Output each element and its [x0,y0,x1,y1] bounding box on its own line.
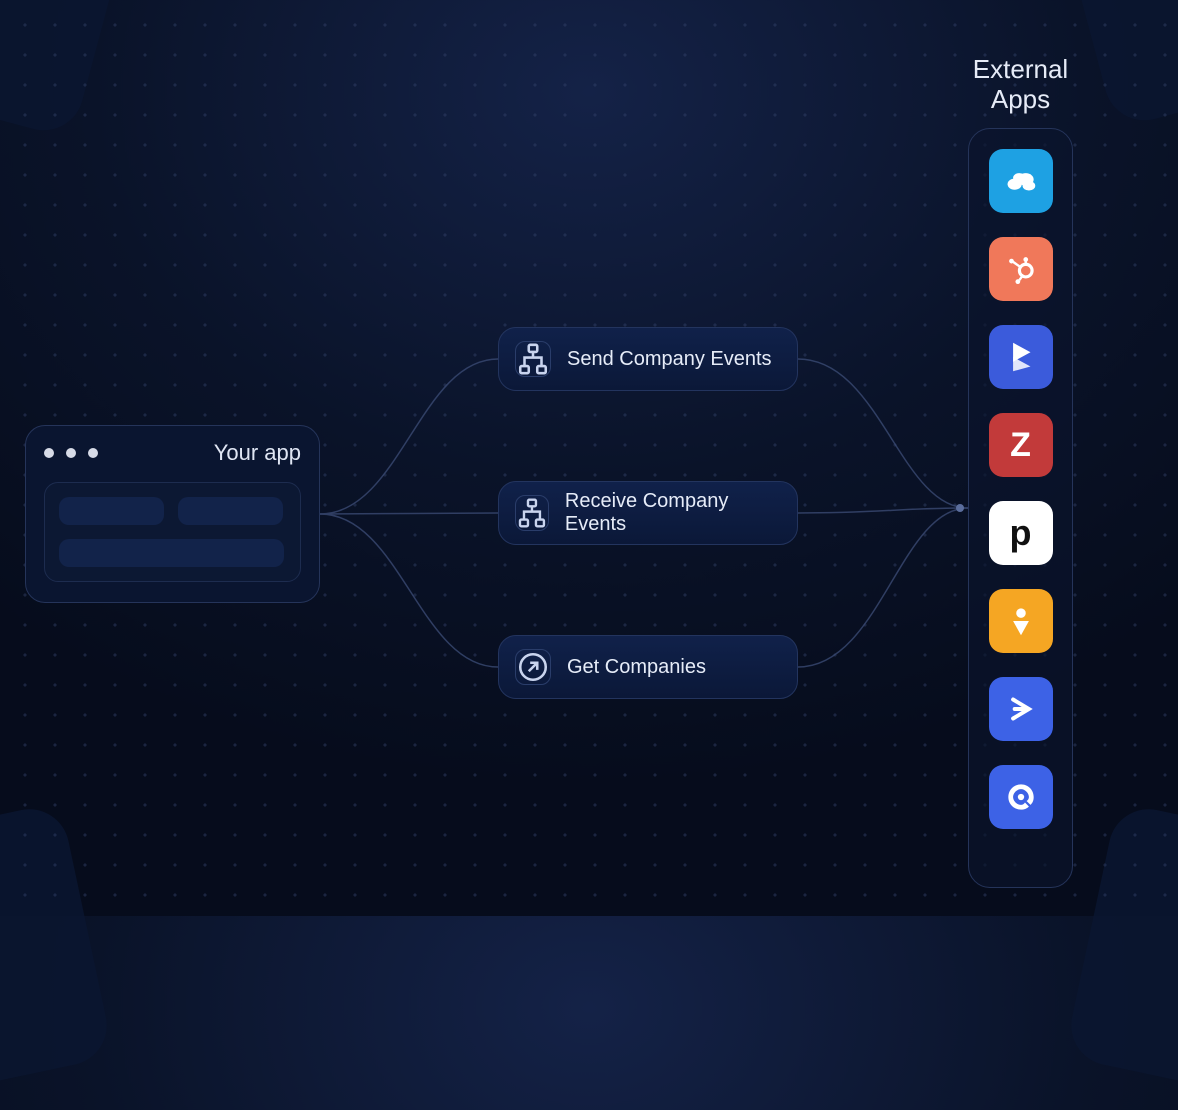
your-app-body [44,482,301,582]
your-app-card: Your app [25,425,320,603]
action-receive-company-events[interactable]: Receive Company Events [498,481,798,545]
arrow-out-icon [515,649,551,685]
app-dynamics[interactable] [989,325,1053,389]
sitemap-icon [515,341,551,377]
action-get-companies[interactable]: Get Companies [498,635,798,699]
app-zoho[interactable]: Z [989,413,1053,477]
app-freshsales[interactable] [989,765,1053,829]
window-controls [44,448,98,458]
external-apps-title: External Apps [968,55,1073,115]
window-dot-icon [66,448,76,458]
app-activecampaign[interactable] [989,677,1053,741]
diagram-canvas: Your app Send Company Events [0,0,1178,916]
app-salesforce[interactable] [989,149,1053,213]
window-dot-icon [44,448,54,458]
placeholder-bar [59,539,284,567]
app-hubspot[interactable] [989,237,1053,301]
sitemap-icon [515,495,549,531]
your-app-title: Your app [214,440,301,466]
action-label: Send Company Events [567,348,772,371]
app-copper[interactable] [989,589,1053,653]
app-pipedrive[interactable]: p [989,501,1053,565]
window-dot-icon [88,448,98,458]
action-label: Get Companies [567,656,706,679]
action-label: Receive Company Events [565,490,781,536]
external-apps-column: Z p [968,128,1073,888]
action-send-company-events[interactable]: Send Company Events [498,327,798,391]
placeholder-bar [59,497,164,525]
placeholder-bar [178,497,283,525]
